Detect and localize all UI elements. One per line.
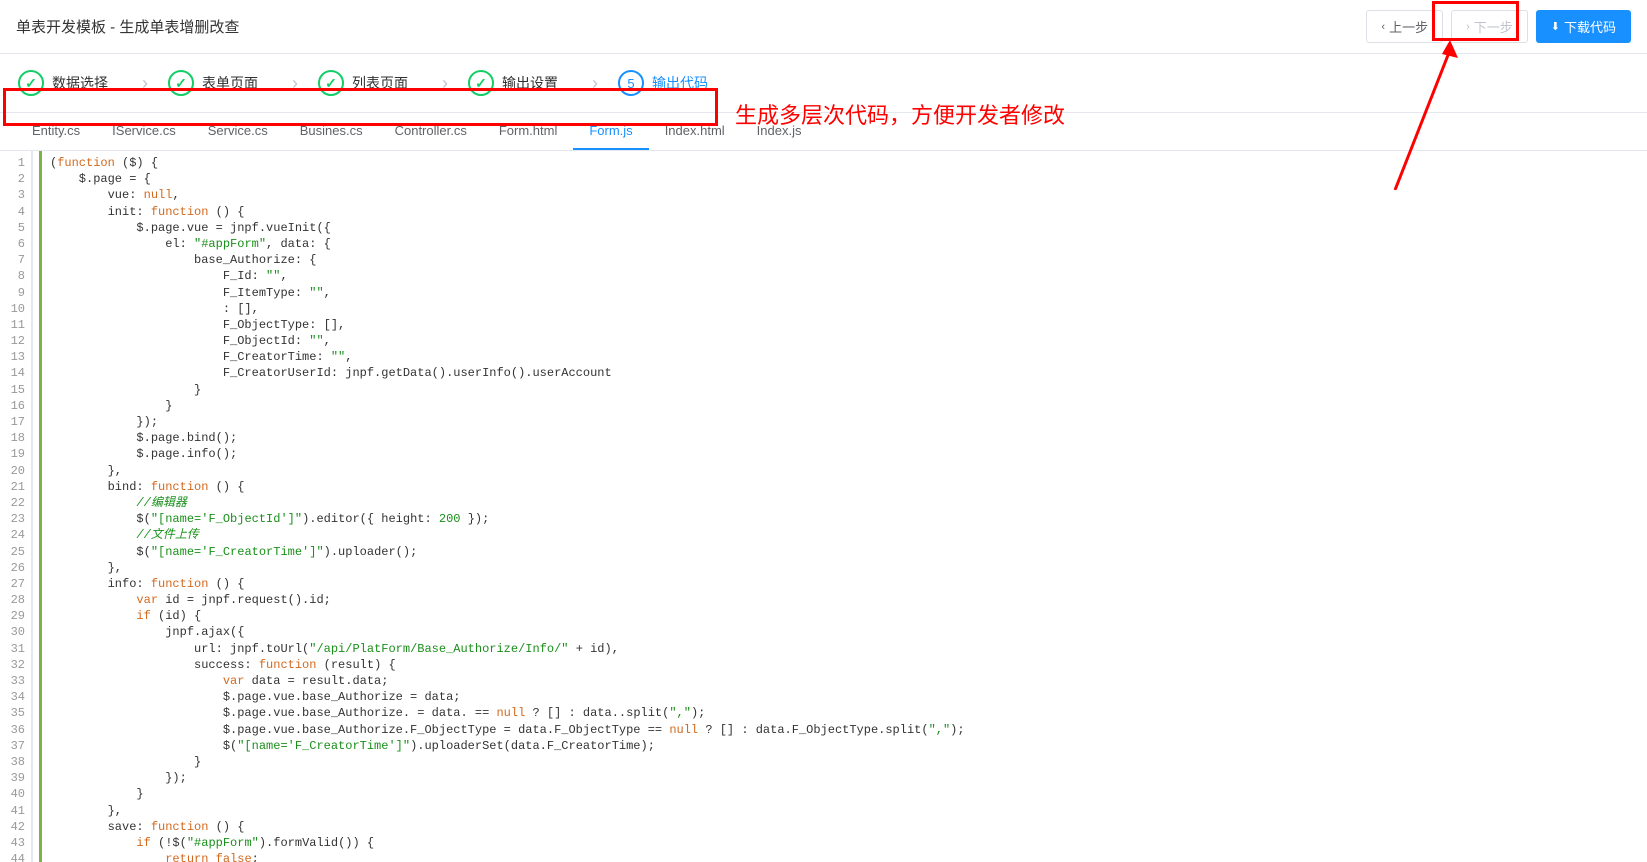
file-tab-service-cs[interactable]: Service.cs [192, 113, 284, 150]
fold-bar [32, 151, 42, 862]
file-tab-iservice-cs[interactable]: IService.cs [96, 113, 192, 150]
step-5[interactable]: 5输出代码› [618, 70, 768, 96]
chevron-right-icon: › [442, 73, 448, 94]
code-content[interactable]: (function ($) { $.page = { vue: null, in… [42, 151, 1145, 862]
download-button[interactable]: ⬇ 下载代码 [1536, 10, 1631, 43]
chevron-right-icon: › [1466, 21, 1470, 33]
step-1[interactable]: 数据选择 › [18, 70, 168, 96]
check-icon [318, 70, 344, 96]
file-tab-form-js[interactable]: Form.js [573, 113, 648, 150]
header-actions: ‹ 上一步 › 下一步 ⬇ 下载代码 [1366, 10, 1631, 43]
prev-label: 上一步 [1389, 17, 1428, 36]
prev-button[interactable]: ‹ 上一步 [1366, 10, 1443, 43]
step-3[interactable]: 列表页面 › [318, 70, 468, 96]
code-editor[interactable]: 1234567891011121314151617181920212223242… [0, 151, 1647, 862]
download-icon: ⬇ [1551, 20, 1560, 33]
annotation-text: 生成多层次代码，方便开发者修改 [735, 98, 1065, 130]
chevron-right-icon: › [592, 73, 598, 94]
step-label: 数据选择 [52, 73, 108, 93]
step-label: 输出设置 [502, 73, 558, 93]
file-tab-busines-cs[interactable]: Busines.cs [284, 113, 379, 150]
step-2[interactable]: 表单页面 › [168, 70, 318, 96]
next-button: › 下一步 [1451, 10, 1528, 43]
next-label: 下一步 [1474, 17, 1513, 36]
check-icon [168, 70, 194, 96]
step-number-icon: 5 [618, 70, 644, 96]
step-label: 列表页面 [352, 73, 408, 93]
download-label: 下载代码 [1564, 17, 1616, 36]
file-tab-index-html[interactable]: Index.html [649, 113, 741, 150]
step-4[interactable]: 输出设置 › [468, 70, 618, 96]
file-tab-controller-cs[interactable]: Controller.cs [379, 113, 483, 150]
step-label: 表单页面 [202, 73, 258, 93]
check-icon [468, 70, 494, 96]
line-gutter: 1234567891011121314151617181920212223242… [0, 151, 32, 862]
annotation-arrow [1380, 40, 1460, 190]
check-icon [18, 70, 44, 96]
step-label: 输出代码 [652, 73, 708, 93]
file-tab-form-html[interactable]: Form.html [483, 113, 574, 150]
chevron-right-icon: › [142, 73, 148, 94]
chevron-right-icon: › [292, 73, 298, 94]
page-title: 单表开发模板 - 生成单表增删改查 [16, 16, 239, 37]
file-tab-entity-cs[interactable]: Entity.cs [16, 113, 96, 150]
chevron-left-icon: ‹ [1381, 21, 1385, 33]
